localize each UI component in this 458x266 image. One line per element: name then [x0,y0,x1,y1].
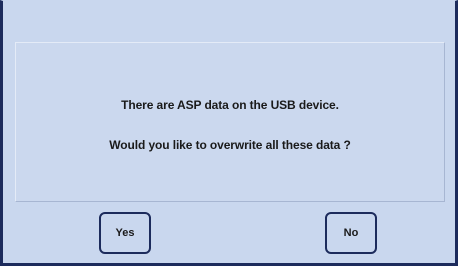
message-panel: There are ASP data on the USB device. Wo… [15,42,445,202]
message-line-1: There are ASP data on the USB device. [121,98,339,112]
no-button-label: No [343,227,359,239]
no-button[interactable]: No [325,212,377,254]
message-line-2: Would you like to overwrite all these da… [109,138,351,152]
yes-button[interactable]: Yes [99,212,151,254]
overwrite-confirm-dialog: There are ASP data on the USB device. Wo… [0,0,458,266]
yes-button-label: Yes [115,227,135,239]
